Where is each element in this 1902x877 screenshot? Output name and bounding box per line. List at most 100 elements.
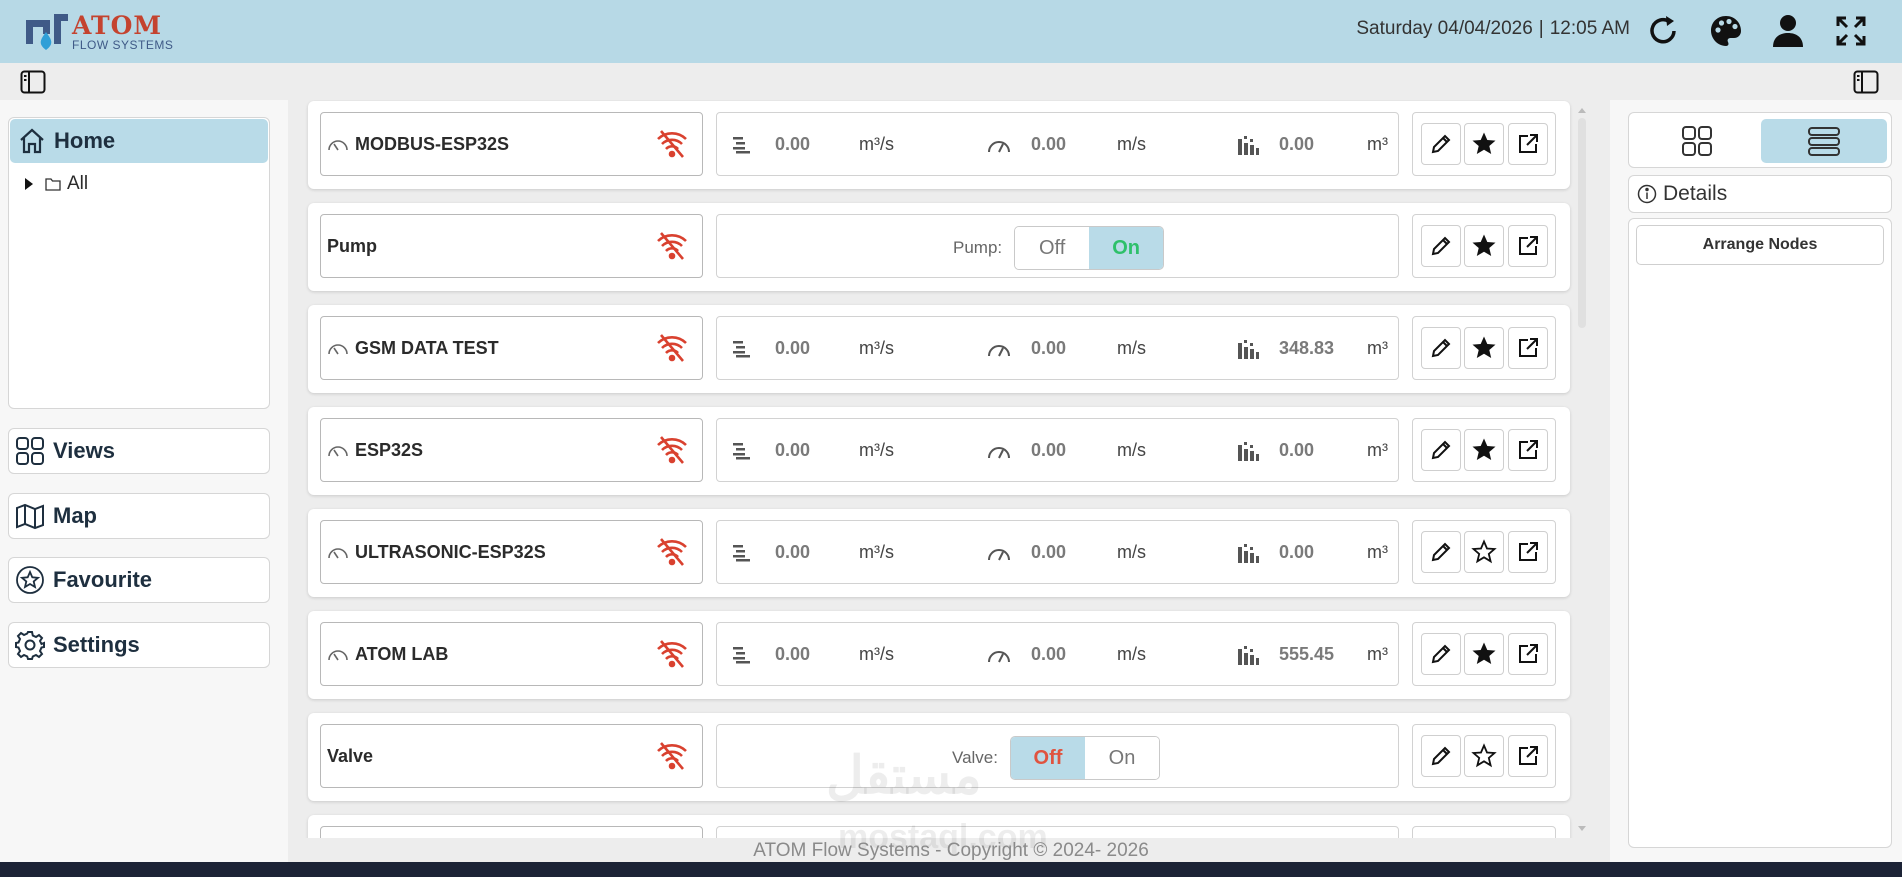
external-link-icon [1518,644,1538,663]
edit-button[interactable] [1420,735,1461,777]
view-mode-switch [1628,112,1892,168]
pencil-icon [1431,338,1450,358]
device-name-card[interactable]: ULTRASONIC-ESP32S [320,520,703,584]
total-volume-unit: m³ [1367,134,1388,154]
caret-right-icon[interactable] [23,177,35,191]
device-actions [1412,622,1556,686]
velocity-unit: m/s [1117,440,1146,460]
device-name: Valve [327,745,374,766]
pump-on-button[interactable]: On [1089,227,1164,269]
edit-button[interactable] [1420,225,1461,267]
favourite-button[interactable] [1464,327,1504,369]
star-circle-icon [16,566,44,594]
device-actions [1412,826,1556,838]
star-filled-icon [1472,234,1496,256]
device-control: Valve: Off On [716,724,1399,788]
open-external-button[interactable] [1507,633,1548,675]
device-name-card[interactable] [320,826,703,838]
device-name-card[interactable]: ATOM LAB [320,622,703,686]
total-volume-icon [1238,135,1259,155]
device-row: ULTRASONIC-ESP32S 0.00 m³/s 0.00 m/s 0.0… [308,509,1570,597]
flow-rate-metric: 0.00 m³/s [731,542,894,563]
favourite-button[interactable] [1464,225,1504,267]
device-actions [1412,112,1556,176]
sidebar-item-map[interactable]: Map [8,493,270,539]
pump-toggle: Pump: Off On [953,226,1165,270]
valve-on-button[interactable]: On [1085,737,1159,779]
velocity-unit: m/s [1117,134,1146,154]
external-link-icon [1518,542,1538,561]
map-icon [16,503,44,530]
device-metrics: 0.00 m³/s 0.00 m/s 0.00 m³ [716,112,1399,176]
edit-button[interactable] [1420,429,1461,471]
pump-off-button[interactable]: Off [1015,227,1090,269]
sidebar-item-views[interactable]: Views [8,428,270,474]
tree-node-all[interactable]: All [23,173,88,195]
left-sidebar-toggle-icon[interactable] [18,68,48,96]
wifi-off-icon [657,130,687,158]
total-volume-icon [1238,441,1259,461]
speedometer-icon [988,650,1010,662]
list-view-button[interactable] [1761,119,1887,163]
gear-icon [15,631,45,660]
list-scrollbar[interactable] [1576,104,1588,834]
sidebar-settings-label: Settings [53,632,140,657]
open-external-button[interactable] [1507,123,1548,165]
flow-rate-unit: m³/s [859,338,894,358]
edit-button[interactable] [1420,531,1461,573]
grid-view-button[interactable] [1634,119,1760,163]
pump-toggle-label: Pump: [953,238,1003,257]
device-row: Pump Pump: Off On [308,203,1570,291]
open-external-button[interactable] [1507,429,1548,471]
external-link-icon [1518,746,1538,765]
open-external-button[interactable] [1507,327,1548,369]
edit-button[interactable] [1420,123,1461,165]
total-volume-unit: m³ [1367,644,1388,664]
user-icon[interactable] [1768,11,1808,51]
info-icon [1637,184,1657,204]
flow-rate-unit: m³/s [859,134,894,154]
right-sidebar: Details Arrange Nodes [1610,100,1902,862]
open-external-button[interactable] [1507,735,1548,777]
favourite-button[interactable] [1464,123,1504,165]
velocity-unit: m/s [1117,542,1146,562]
total-volume-value: 0.00 [1279,440,1315,460]
flow-rate-metric: 0.00 m³/s [731,440,894,461]
gauge-icon [328,446,348,457]
total-volume-metric: 348.83 m³ [1237,338,1388,359]
favourite-button[interactable] [1464,429,1504,471]
edit-button[interactable] [1420,633,1461,675]
external-link-icon [1518,134,1538,153]
device-name-card[interactable]: Valve [320,724,703,788]
favourite-button[interactable] [1464,735,1504,777]
valve-off-button[interactable]: Off [1011,737,1085,779]
device-name-card[interactable]: Pump [320,214,703,278]
grid-view-icon [1682,126,1712,156]
details-header[interactable]: Details [1628,175,1892,213]
device-metrics: 0.00 m³/s 0.00 m/s 555.45 m³ [716,622,1399,686]
right-sidebar-toggle-icon[interactable] [1851,68,1881,96]
edit-button[interactable] [1420,327,1461,369]
total-volume-unit: m³ [1367,440,1388,460]
palette-icon[interactable] [1706,11,1746,51]
star-outline-icon [1471,539,1497,564]
favourite-button[interactable] [1464,531,1504,573]
device-name-card[interactable]: MODBUS-ESP32S [320,112,703,176]
fullscreen-icon[interactable] [1831,11,1871,51]
favourite-button[interactable] [1464,633,1504,675]
views-grid-icon [16,437,44,465]
sidebar-item-favourite[interactable]: Favourite [8,557,270,603]
open-external-button[interactable] [1507,531,1548,573]
refresh-icon[interactable] [1643,11,1683,51]
wifi-off-icon [657,538,687,566]
device-name-card[interactable]: GSM DATA TEST [320,316,703,380]
open-external-button[interactable] [1507,225,1548,267]
sidebar-item-home[interactable]: Home [10,119,268,163]
wifi-off-icon [657,436,687,464]
left-sidebar: Home All Views Map Favourite Settings [0,100,288,862]
sidebar-item-settings[interactable]: Settings [8,622,270,668]
brand-logo[interactable]: ATOM FLOW SYSTEMS [24,10,173,54]
velocity-metric: 0.00 m/s [987,542,1146,563]
arrange-nodes-button[interactable]: Arrange Nodes [1636,225,1884,265]
device-name-card[interactable]: ESP32S [320,418,703,482]
